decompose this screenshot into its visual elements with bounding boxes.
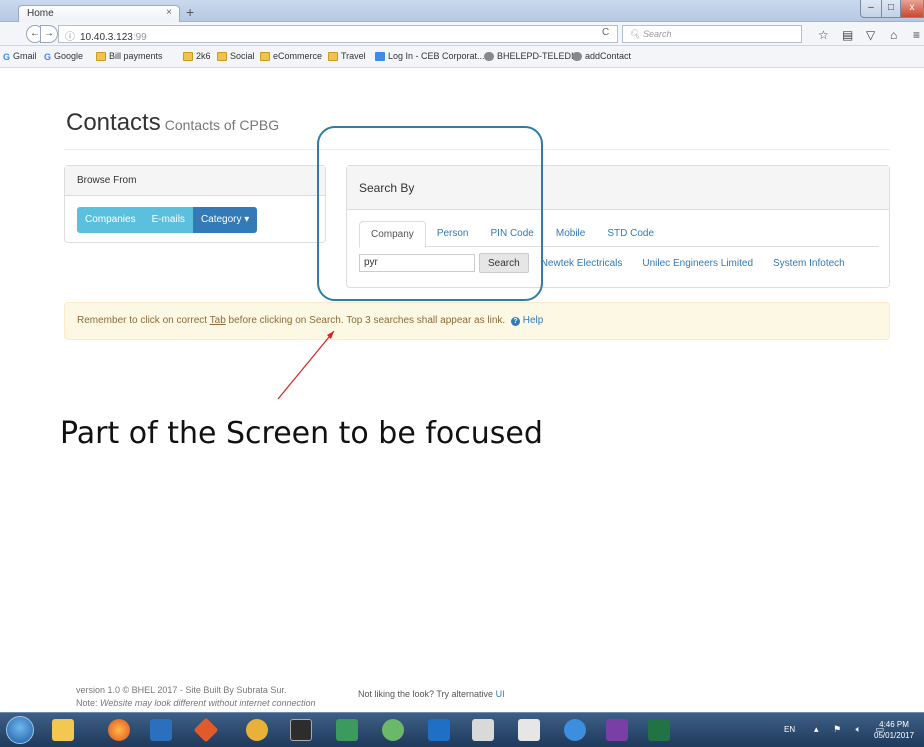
bookmark-ceb-login[interactable]: Log In - CEB Corporat...: [375, 51, 485, 61]
menu-icon[interactable]: ≡: [913, 28, 920, 42]
folder-icon: [96, 51, 106, 61]
home-icon[interactable]: ⌂: [890, 28, 897, 42]
google-icon: G: [3, 51, 11, 62]
excel-icon[interactable]: [648, 719, 670, 741]
ceb-icon: [375, 51, 385, 61]
globe-icon: [484, 51, 494, 61]
bookmark-folder-bill-payments[interactable]: Bill payments: [96, 51, 163, 61]
bookmark-addcontact[interactable]: addContact: [572, 51, 631, 61]
bookmark-google[interactable]: G Google: [44, 51, 83, 62]
onenote-icon[interactable]: [606, 719, 628, 741]
folder-icon: [217, 51, 227, 61]
minimize-button[interactable]: –: [860, 0, 882, 18]
bookmark-folder-travel[interactable]: Travel: [328, 51, 366, 61]
outlook-icon[interactable]: [428, 719, 450, 741]
bookmarks-bar: G Gmail G Google Bill payments 2k6 Social …: [0, 46, 924, 68]
system-tray: EN ▴ ⚑ 🔈︎ ▭ 4:46 PM 05/01/2017: [770, 713, 924, 747]
taskbar: EN ▴ ⚑ 🔈︎ ▭ 4:46 PM 05/01/2017: [0, 712, 924, 747]
chart-app-icon[interactable]: [472, 719, 494, 741]
heidisql-icon[interactable]: [246, 719, 268, 741]
url-port: :99: [132, 32, 147, 43]
browser-tab[interactable]: Home ×: [18, 5, 180, 22]
footer-note: Note: Website may look different without…: [76, 698, 316, 708]
tab-close-icon[interactable]: ×: [166, 7, 172, 18]
annotation-arrow: [277, 330, 335, 400]
bookmark-folder-2k6[interactable]: 2k6: [183, 51, 211, 61]
clock[interactable]: 4:46 PM 05/01/2017: [874, 719, 914, 741]
annotation-caption: Part of the Screen to be focused: [60, 416, 543, 451]
new-tab-icon[interactable]: +: [186, 4, 194, 20]
bookmark-folder-social[interactable]: Social: [217, 51, 255, 61]
pocket-icon[interactable]: ▽: [866, 28, 875, 42]
footer-info: version 1.0 © BHEL 2017 - Site Built By …: [76, 684, 315, 710]
google-icon: G: [44, 51, 52, 62]
reload-icon[interactable]: C: [602, 27, 609, 38]
url-host: 10.40.3.123: [80, 32, 133, 43]
globe-icon: [572, 51, 582, 61]
close-window-button[interactable]: x: [900, 0, 924, 18]
navigation-bar: ← → ⓘ 10.40.3.123:99 C 🔍︎ Search ☆ ▤ ▽ ⌂ …: [0, 22, 924, 46]
start-button[interactable]: [6, 716, 34, 744]
bookmark-gmail[interactable]: G Gmail: [3, 51, 37, 62]
browser-search-placeholder: Search: [642, 29, 672, 39]
folder-icon: [260, 51, 270, 61]
file-explorer-icon[interactable]: [52, 719, 74, 741]
android-studio-icon[interactable]: [382, 719, 404, 741]
folder-icon: [328, 51, 338, 61]
tab-title: Home: [27, 8, 54, 19]
firefox-icon[interactable]: [108, 719, 130, 741]
bookmark-bhelepd-teledir[interactable]: BHELEPD-TELEDIR: [484, 51, 580, 61]
browser-search-input[interactable]: 🔍︎ Search: [622, 25, 802, 43]
tex-icon[interactable]: [518, 719, 540, 741]
project-icon[interactable]: [336, 719, 358, 741]
bookmark-star-icon[interactable]: ☆: [818, 28, 829, 42]
alternative-ui-link[interactable]: UI: [496, 689, 505, 699]
bookmarks-library-icon[interactable]: ▤: [842, 28, 853, 42]
maximize-button[interactable]: □: [881, 0, 901, 18]
internet-explorer-icon[interactable]: [564, 719, 586, 741]
footer-alternative: Not liking the look? Try alternative UI: [358, 689, 505, 699]
forward-icon[interactable]: →: [40, 25, 58, 43]
address-bar[interactable]: ⓘ 10.40.3.123:99: [58, 25, 618, 43]
browser-titlebar: Home × + – □ x: [0, 0, 924, 22]
bookmark-folder-ecommerce[interactable]: eCommerce: [260, 51, 322, 61]
page-content: Contacts Contacts of CPBG Browse From Com…: [0, 69, 924, 712]
search-icon: 🔍︎: [629, 29, 643, 39]
folder-icon: [183, 51, 193, 61]
footer-version: version 1.0 © BHEL 2017 - Site Built By …: [76, 685, 287, 695]
powershell-icon[interactable]: [150, 719, 172, 741]
git-icon[interactable]: [193, 717, 219, 743]
info-icon[interactable]: ⓘ: [65, 32, 75, 43]
language-indicator[interactable]: EN: [784, 725, 795, 734]
command-prompt-icon[interactable]: [290, 719, 312, 741]
